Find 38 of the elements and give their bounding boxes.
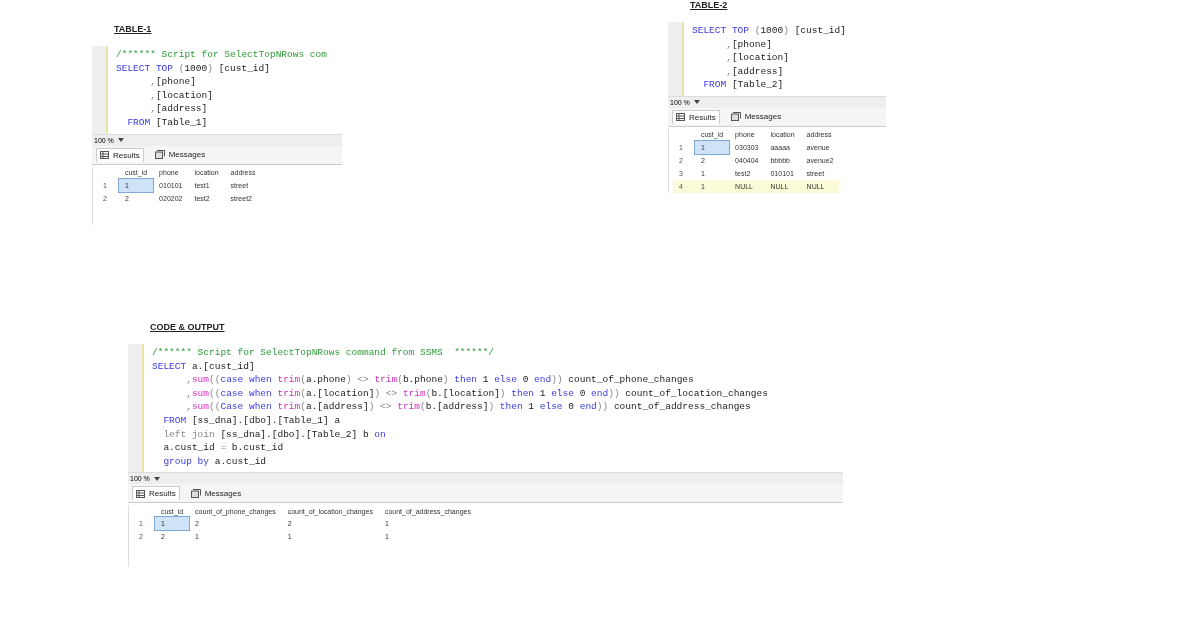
code-line: /****** Script for SelectTopNRows command from SSMS ******/ [152, 346, 495, 360]
code-line: ,[location] [149, 88, 213, 103]
code-line: group by a.cust_id [162, 454, 267, 469]
code-line: ,sum((Case when trim(a.[address]) <> trim(b.[address]) then 1 else 0 end)) count_of_address_changes [185, 400, 751, 414]
grid-icon [136, 489, 145, 498]
results-tab[interactable]: Results [96, 147, 144, 162]
caret-icon [117, 138, 124, 143]
results-tab[interactable]: Messages [187, 486, 245, 500]
section-title: TABLE-2 [690, 0, 728, 10]
code-line: FROM [Table_2] [702, 78, 784, 92]
code-line: ,[address] [149, 102, 208, 116]
results-tab[interactable]: Messages [151, 148, 209, 162]
code-line: SELECT TOP (1000) [cust_id] [692, 24, 846, 38]
code-line: a.cust_id = b.cust_id [162, 441, 284, 455]
results-tab[interactable]: Results [132, 486, 180, 501]
code-line: ,[address] [725, 64, 784, 79]
code-line: ,sum((case when trim(a.phone) <> trim(b.phone) then 1 else 0 end)) count_of_phone_changes [185, 373, 694, 387]
code-line: ,sum((case when trim(a.[location]) <> trim(b.[location]) then 1 else 0 end)) count_of_location_changes [185, 386, 768, 401]
code-line: SELECT a.[cust_id] [152, 359, 255, 374]
message-icon [190, 488, 201, 498]
grid-icon [100, 151, 109, 160]
caret-icon [693, 100, 700, 105]
code-line: SELECT TOP (1000) [cust_id] [116, 61, 270, 76]
code-line: FROM [Table_1] [126, 115, 208, 130]
code-line: left join [ss_dna].[dbo].[Table_2] b on [162, 427, 386, 442]
code-line: ,[location] [725, 51, 789, 65]
message-icon [730, 112, 741, 122]
message-icon [154, 150, 165, 160]
caret-icon [153, 476, 160, 481]
code-line: ,[phone] [149, 75, 196, 89]
section-title: TABLE-1 [114, 24, 152, 34]
results-tab[interactable]: Messages [727, 110, 785, 124]
code-line: ,[phone] [725, 37, 772, 52]
grid-icon [676, 113, 685, 122]
results-tab[interactable]: Results [672, 109, 720, 124]
section-title: CODE & OUTPUT [150, 322, 225, 332]
code-line: /****** Script for SelectTopNRows com [116, 48, 327, 62]
code-line: FROM [ss_dna].[dbo].[Table_1] a [162, 413, 341, 428]
